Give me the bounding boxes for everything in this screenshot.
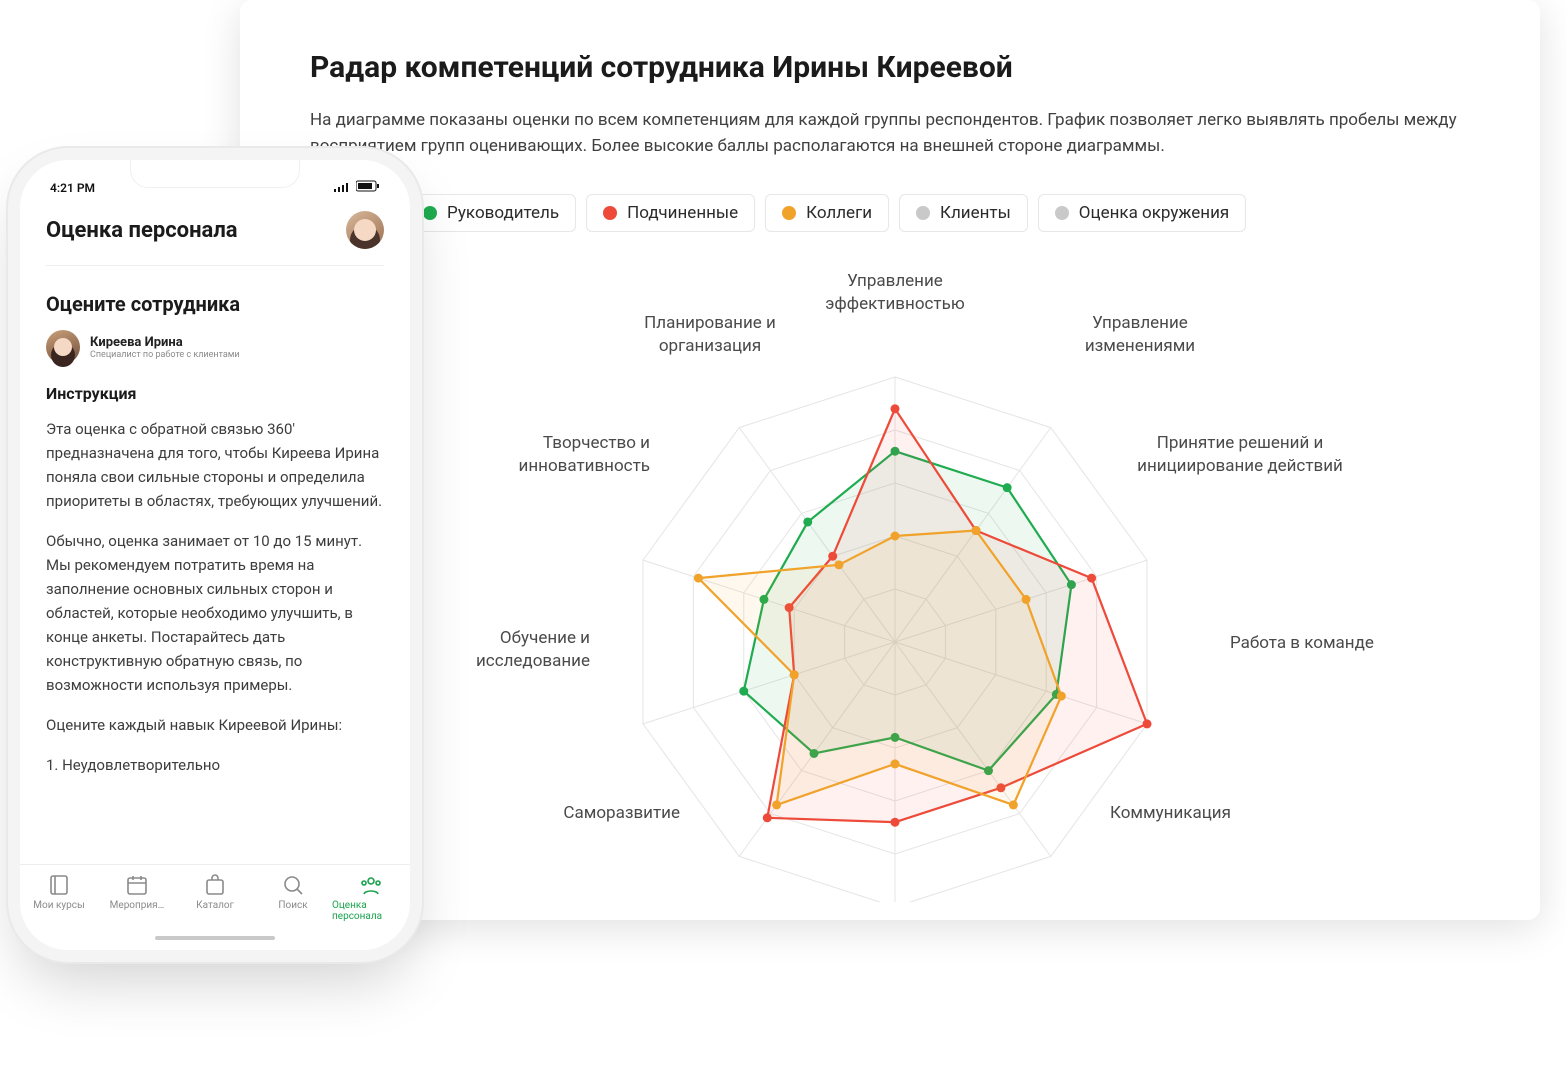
legend-label: Коллеги — [806, 203, 872, 223]
legend-swatch — [916, 206, 930, 220]
axis-label: Работа в команде — [1230, 632, 1430, 655]
legend-item[interactable]: Оценка окружения — [1038, 194, 1246, 232]
instructions-title: Инструкция — [46, 384, 384, 403]
axis-label: Управление эффективностью — [790, 270, 1000, 316]
legend-swatch — [603, 206, 617, 220]
phone-header: Оценка персонала — [46, 211, 384, 266]
legend-item[interactable]: Коллеги — [765, 194, 889, 232]
status-time: 4:21 PM — [50, 181, 95, 195]
page-title: Радар компетенций сотрудника Ирины Кирее… — [310, 50, 1490, 85]
bag-icon — [203, 873, 227, 897]
user-avatar[interactable] — [346, 211, 384, 249]
tab-label: Мои курсы — [33, 900, 84, 911]
employee-role: Специалист по работе с клиентами — [90, 350, 240, 360]
tab-label: Мероприя… — [110, 900, 165, 911]
axis-label: Обучение и исследование — [410, 627, 590, 673]
instructions-paragraph: Эта оценка с обратной связью 360' предна… — [46, 417, 384, 513]
axis-label: Принятие решений и инициирование действи… — [1110, 432, 1370, 478]
legend-item[interactable]: Руководитель — [406, 194, 576, 232]
phone-tab-bar: Мои курсы Мероприя… Каталог Поиск Оценка пер… — [20, 864, 410, 950]
tab-bag[interactable]: Каталог — [176, 873, 254, 911]
legend-label: Оценка окружения — [1079, 203, 1229, 223]
page-description: На диаграмме показаны оценки по всем ком… — [310, 107, 1490, 160]
legend-label: Руководитель — [447, 203, 559, 223]
tab-search[interactable]: Поиск — [254, 873, 332, 911]
chart-legend: оценкаРуководительПодчиненныеКоллегиКлие… — [310, 194, 1490, 232]
legend-swatch — [782, 206, 796, 220]
book-icon — [47, 873, 71, 897]
legend-item[interactable]: Подчиненные — [586, 194, 755, 232]
employee-row[interactable]: Киреева Ирина Специалист по работе с кли… — [46, 330, 384, 364]
status-bar: 4:21 PM — [20, 174, 410, 199]
tab-label: Поиск — [278, 900, 307, 911]
legend-label: Подчиненные — [627, 203, 738, 223]
phone-header-title: Оценка персонала — [46, 218, 238, 243]
battery-icon — [356, 180, 380, 195]
competency-radar-card: Радар компетенций сотрудника Ирины Кирее… — [240, 0, 1540, 920]
signal-icon — [334, 181, 350, 195]
phone-mockup: 4:21 PM Оценка персонала Оцените сотрудн… — [20, 160, 410, 950]
instructions-paragraph: Оцените каждый навык Киреевой Ирины: — [46, 713, 384, 737]
phone-content: Оценка персонала Оцените сотрудника Кире… — [20, 199, 410, 857]
axis-label: Планирование и организация — [610, 312, 810, 358]
legend-item[interactable]: Клиенты — [899, 194, 1028, 232]
people-icon — [359, 873, 383, 897]
employee-name: Киреева Ирина — [90, 335, 240, 350]
tab-label: Каталог — [196, 900, 234, 911]
tab-book[interactable]: Мои курсы — [20, 873, 98, 911]
tab-label: Оценка персонала — [332, 900, 410, 922]
instructions-paragraph: Обычно, оценка занимает от 10 до 15 мину… — [46, 529, 384, 697]
axis-label: Коммуникация — [1110, 802, 1310, 825]
section-title: Оцените сотрудника — [46, 292, 384, 316]
search-icon — [281, 873, 305, 897]
radar-chart: Управление эффективностью Управление изм… — [310, 262, 1490, 902]
legend-swatch — [1055, 206, 1069, 220]
legend-swatch — [423, 206, 437, 220]
axis-label: Управление изменениями — [1040, 312, 1240, 358]
axis-label: Саморазвитие — [480, 802, 680, 825]
calendar-icon — [125, 873, 149, 897]
rating-item: 1. Неудовлетворительно — [46, 753, 384, 777]
home-indicator — [155, 936, 275, 940]
legend-label: Клиенты — [940, 203, 1011, 223]
tab-people[interactable]: Оценка персонала — [332, 873, 410, 922]
tab-calendar[interactable]: Мероприя… — [98, 873, 176, 911]
employee-avatar — [46, 330, 80, 364]
axis-label: Творчество и инновативность — [450, 432, 650, 478]
